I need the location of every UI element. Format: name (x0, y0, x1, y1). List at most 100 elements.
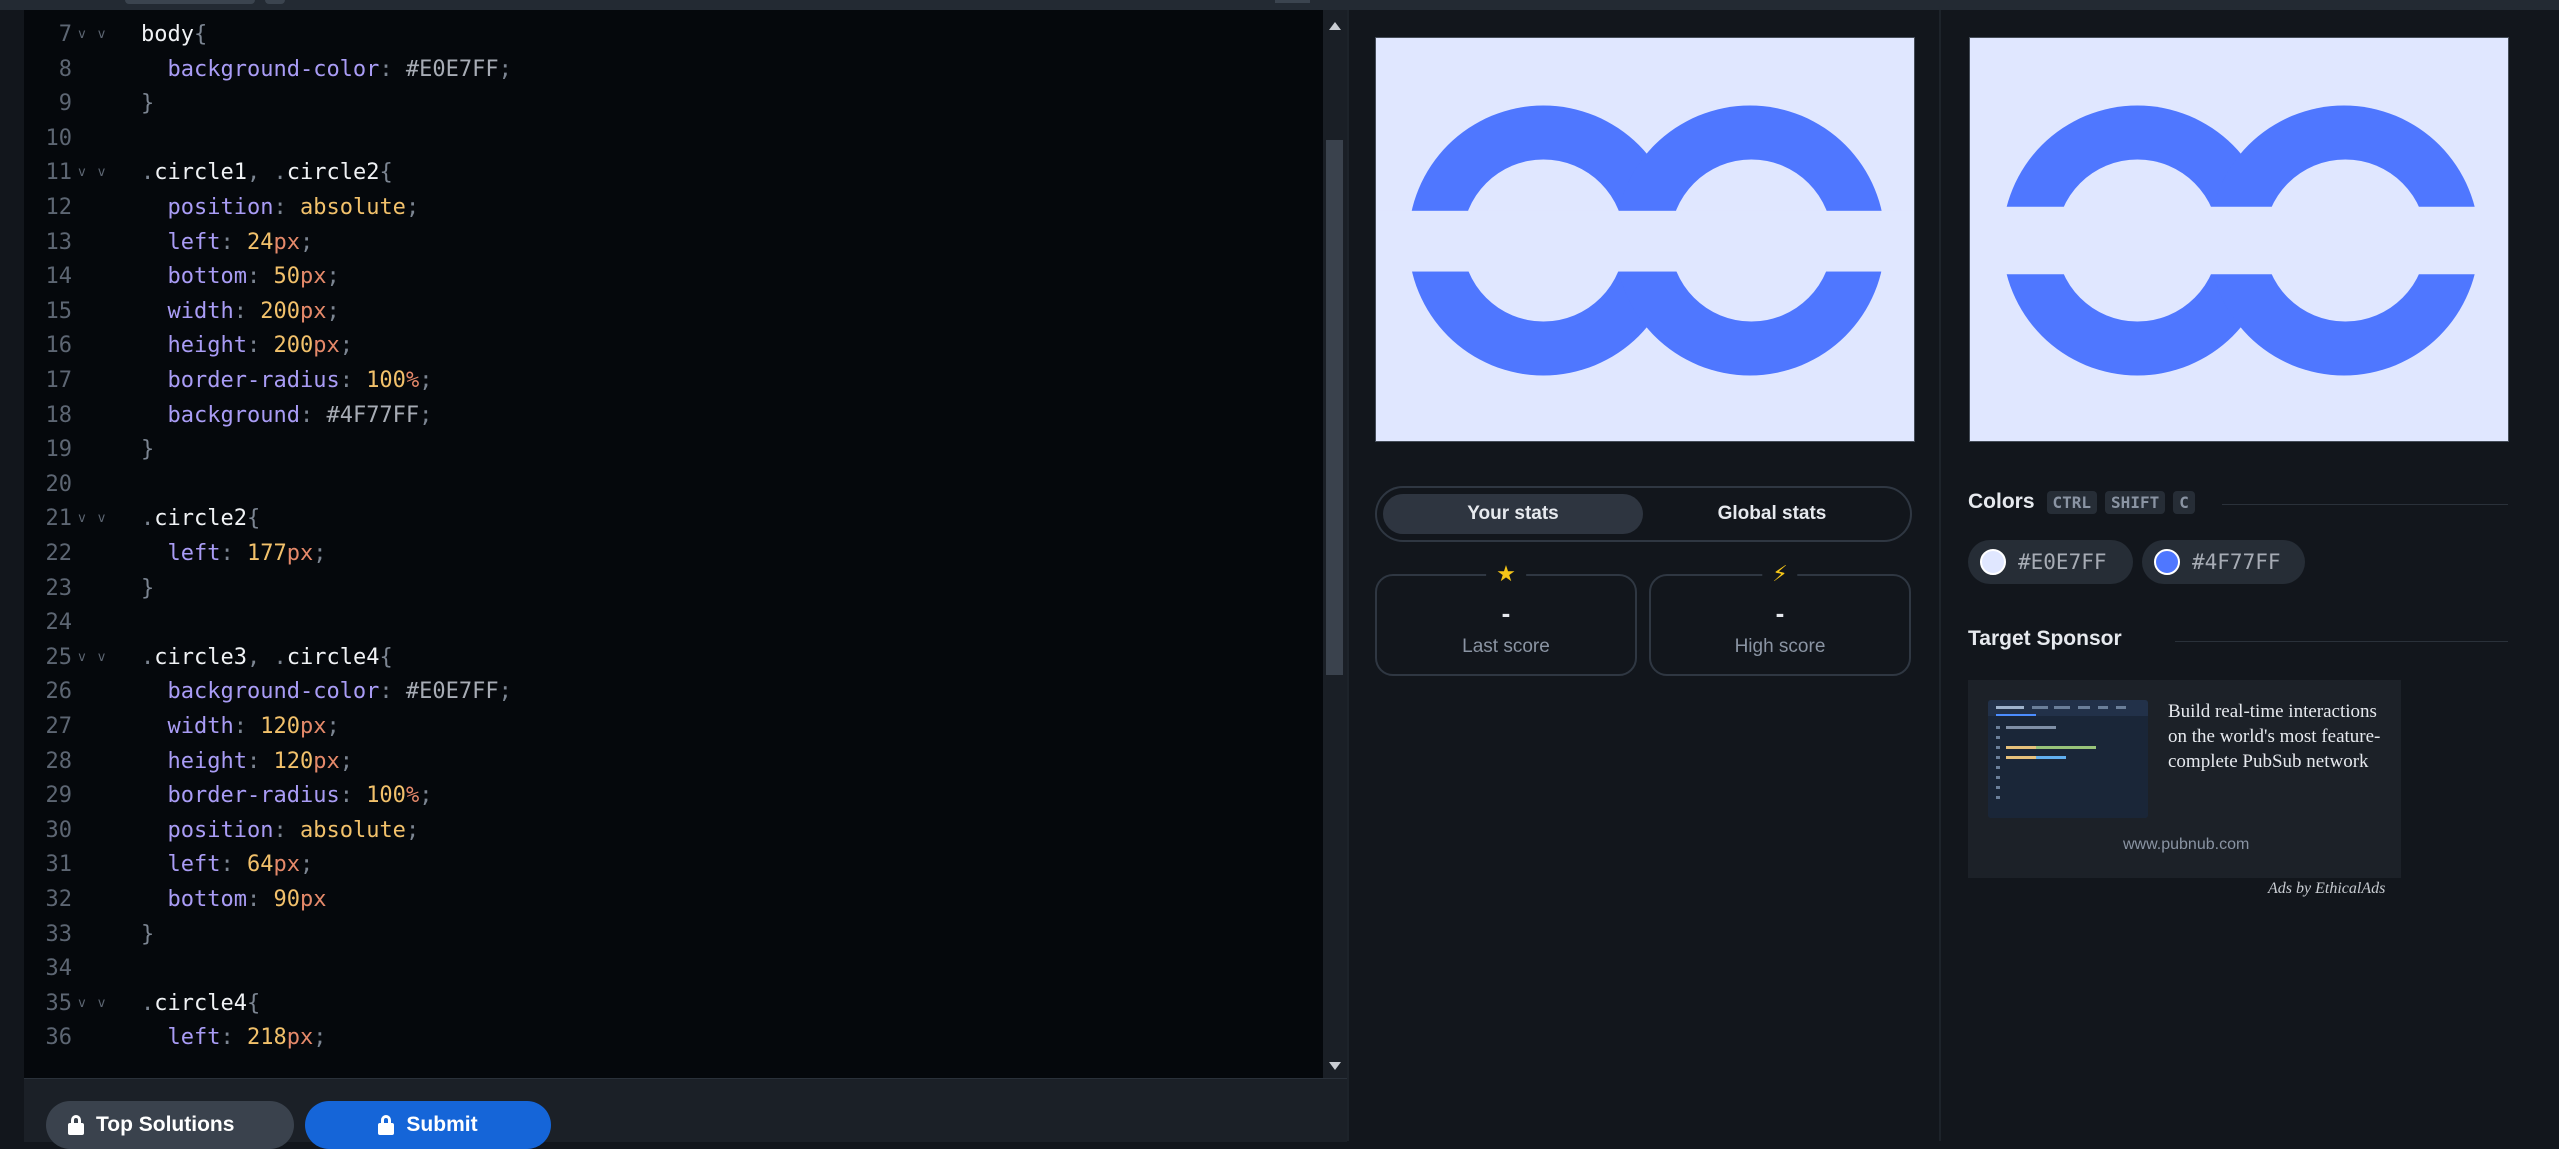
code-line[interactable]: 34 (24, 952, 1324, 986)
scrollbar-thumb[interactable] (1326, 140, 1343, 675)
code-line[interactable]: 32 bottom: 90px (24, 883, 1324, 917)
star-icon: ★ (1486, 562, 1526, 588)
top-solutions-button[interactable]: Top Solutions (46, 1101, 294, 1149)
code-text: height: 120px; (141, 745, 353, 779)
code-text: .circle2{ (141, 502, 260, 536)
code-line[interactable]: 22 left: 177px; (24, 537, 1324, 571)
code-line[interactable]: 11 v v .circle1, .circle2{ (24, 156, 1324, 190)
high-score-value: - (1775, 598, 1785, 628)
code-line[interactable]: 25 v v .circle3, .circle4{ (24, 641, 1324, 675)
scroll-down-arrow-icon[interactable] (1329, 1062, 1341, 1070)
ad-text[interactable]: Build real-time interactions on the worl… (2168, 699, 2388, 774)
fold-chevron-icon[interactable]: v v (78, 641, 107, 675)
code-token: border-radius (167, 368, 340, 393)
code-text: background: #4F77FF; (141, 399, 433, 433)
code-token: px (299, 264, 327, 290)
target-preview (1969, 37, 2509, 442)
code-text: background-color: #E0E7FF; (141, 675, 512, 709)
code-line[interactable]: 30 position: absolute; (24, 814, 1324, 848)
sponsor-ad[interactable]: Build real-time interactions on the worl… (1968, 680, 2401, 878)
sponsor-rule (2175, 641, 2508, 642)
code-token: circle2 (286, 160, 380, 186)
ad-url[interactable]: www.pubnub.com (1968, 836, 2401, 854)
tab-global-stats[interactable]: Global stats (1642, 494, 1902, 534)
code-token: px (299, 887, 327, 912)
line-number: 27 (45, 714, 73, 739)
code-line[interactable]: 24 (24, 606, 1324, 640)
code-token: width (167, 714, 234, 739)
code-token: ; (419, 402, 433, 428)
code-line[interactable]: 27 width: 120px; (24, 710, 1324, 744)
code-token: { (246, 990, 261, 1016)
code-line[interactable]: 23} (24, 572, 1324, 606)
code-line[interactable]: 36 left: 218px; (24, 1021, 1324, 1055)
code-line[interactable]: 21 v v .circle2{ (24, 502, 1324, 536)
code-text: } (141, 433, 154, 467)
line-number: 15 (45, 298, 73, 324)
code-line[interactable]: 19} (24, 433, 1324, 467)
code-token: position (167, 195, 274, 220)
fold-chevron-icon[interactable]: v v (78, 987, 107, 1021)
code-token: : (273, 817, 300, 843)
line-number: 25 (45, 644, 73, 670)
top-solutions-label: Top Solutions (96, 1113, 235, 1136)
code-line[interactable]: 12 position: absolute; (24, 191, 1324, 225)
editor-scrollbar[interactable] (1323, 10, 1347, 1078)
code-text: left: 24px; (141, 226, 314, 260)
code-line[interactable]: 14 bottom: 50px; (24, 260, 1324, 294)
line-number: 18 (45, 402, 73, 428)
code-text: position: absolute; (141, 814, 420, 848)
code-line[interactable]: 7v v body{ (24, 18, 1324, 52)
fold-chevron-icon[interactable]: v v (78, 18, 107, 52)
line-number: 8 (58, 56, 72, 82)
code-line[interactable]: 35 v v .circle4{ (24, 987, 1324, 1021)
code-line[interactable]: 13 left: 24px; (24, 226, 1324, 260)
code-text: .circle3, .circle4{ (141, 641, 393, 675)
code-token: ; (405, 817, 420, 843)
code-line[interactable]: 20 (24, 468, 1324, 502)
color-hex: #E0E7FF (2018, 550, 2107, 574)
code-line[interactable]: 31 left: 64px; (24, 848, 1324, 882)
code-line[interactable]: 28 height: 120px; (24, 745, 1324, 779)
shortcut-key-ctrl: CTRL (2046, 490, 2098, 514)
code-text: } (141, 87, 154, 121)
code-token: { (379, 160, 393, 186)
code-line[interactable]: 16 height: 200px; (24, 329, 1324, 363)
stats-toggle: Your stats Global stats (1375, 486, 1912, 542)
code-line[interactable]: 26 background-color: #E0E7FF; (24, 675, 1324, 709)
code-line[interactable]: 9} (24, 87, 1324, 121)
code-line[interactable]: 15 width: 200px; (24, 295, 1324, 329)
code-line[interactable]: 18 background: #4F77FF; (24, 399, 1324, 433)
code-line[interactable]: 8 background-color: #E0E7FF; (24, 53, 1324, 87)
code-token: 90 (273, 887, 300, 912)
fold-chevron-icon[interactable]: v v (78, 156, 107, 190)
code-line[interactable]: 33} (24, 918, 1324, 952)
submit-button[interactable]: Submit (305, 1101, 551, 1149)
code-token: } (141, 575, 155, 601)
code-token: background-color (167, 679, 380, 705)
code-token: } (141, 921, 155, 947)
code-text: border-radius: 100%; (141, 364, 433, 398)
color-hex: #4F77FF (2192, 550, 2281, 574)
scroll-up-arrow-icon[interactable] (1329, 22, 1341, 30)
fold-chevron-icon[interactable]: v v (78, 502, 107, 536)
code-token: ; (339, 748, 353, 774)
panel-divider (1347, 10, 1349, 1141)
tab-your-stats[interactable]: Your stats (1383, 494, 1643, 534)
color-swatch-e0e7ff[interactable]: #E0E7FF (1968, 540, 2133, 584)
code-line[interactable]: 17 border-radius: 100%; (24, 364, 1324, 398)
code-line[interactable]: 10 (24, 122, 1324, 156)
code-text: .circle4{ (141, 987, 260, 1021)
code-token: px (313, 748, 340, 774)
css-code-editor[interactable]: 7v v body{8 background-color: #E0E7FF; 9} 1… (24, 10, 1347, 1078)
ads-by-link[interactable]: Ads by EthicalAds (2268, 880, 2385, 898)
color-swatch-4f77ff[interactable]: #4F77FF (2142, 540, 2305, 584)
code-token: 120 (273, 748, 314, 774)
code-line[interactable]: 29 border-radius: 100%; (24, 779, 1324, 813)
your-output-preview[interactable] (1375, 37, 1915, 442)
